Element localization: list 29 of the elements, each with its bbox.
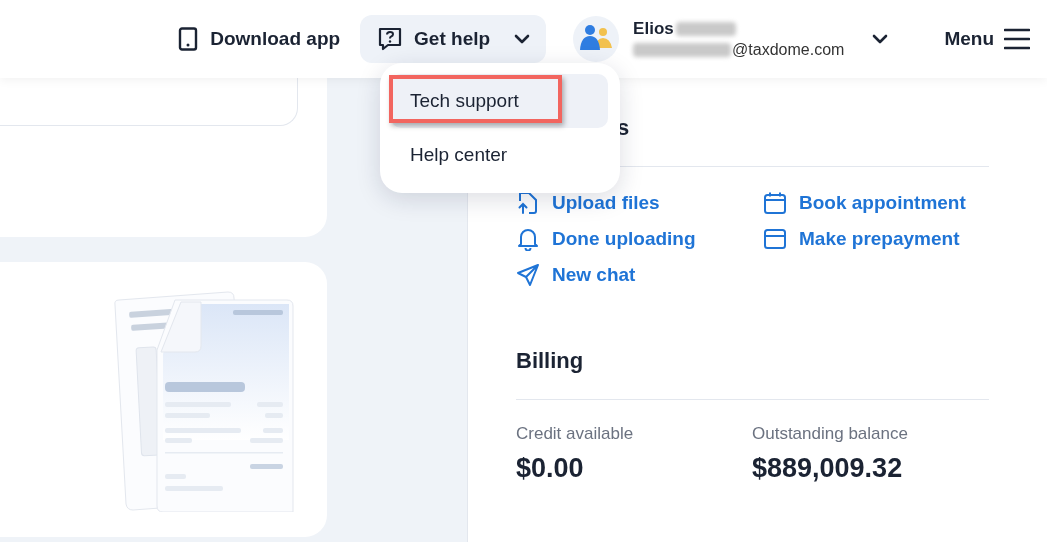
user-email: @taxdome.com (732, 41, 845, 59)
get-help-button[interactable]: Get help (360, 15, 547, 63)
stat-value: $0.00 (516, 453, 584, 484)
menu-icon (1004, 27, 1030, 51)
chevron-down-icon (514, 34, 531, 44)
section-title: Billing (516, 348, 584, 374)
action-link[interactable]: Make prepayment (763, 221, 960, 257)
help-icon (378, 27, 403, 51)
bell-icon (516, 227, 540, 251)
action-link[interactable]: Done uploading (516, 221, 696, 257)
action-link[interactable]: Book appointment (763, 185, 966, 221)
user-name: Elios (633, 19, 674, 39)
phone-icon (178, 27, 199, 51)
action-link[interactable]: New chat (516, 257, 636, 293)
download-app-button[interactable]: Download app (166, 15, 353, 63)
paper-plane-icon (516, 263, 540, 287)
menu-item[interactable]: Help center (391, 128, 608, 182)
redaction-mark (675, 22, 736, 36)
avatar-icon (573, 16, 620, 62)
calendar-icon (763, 191, 787, 215)
file-upload-icon (516, 191, 540, 215)
card-icon (763, 227, 787, 251)
stat-label: Outstanding balance (752, 424, 908, 444)
chevron-down-icon (872, 34, 889, 44)
stat-value: $889,009.32 (752, 453, 903, 484)
action-link[interactable]: Upload files (516, 185, 660, 221)
menu-item[interactable]: Tech support (391, 74, 608, 128)
stat-label: Credit available (516, 424, 634, 444)
menu-button[interactable]: Menu (932, 15, 1030, 63)
